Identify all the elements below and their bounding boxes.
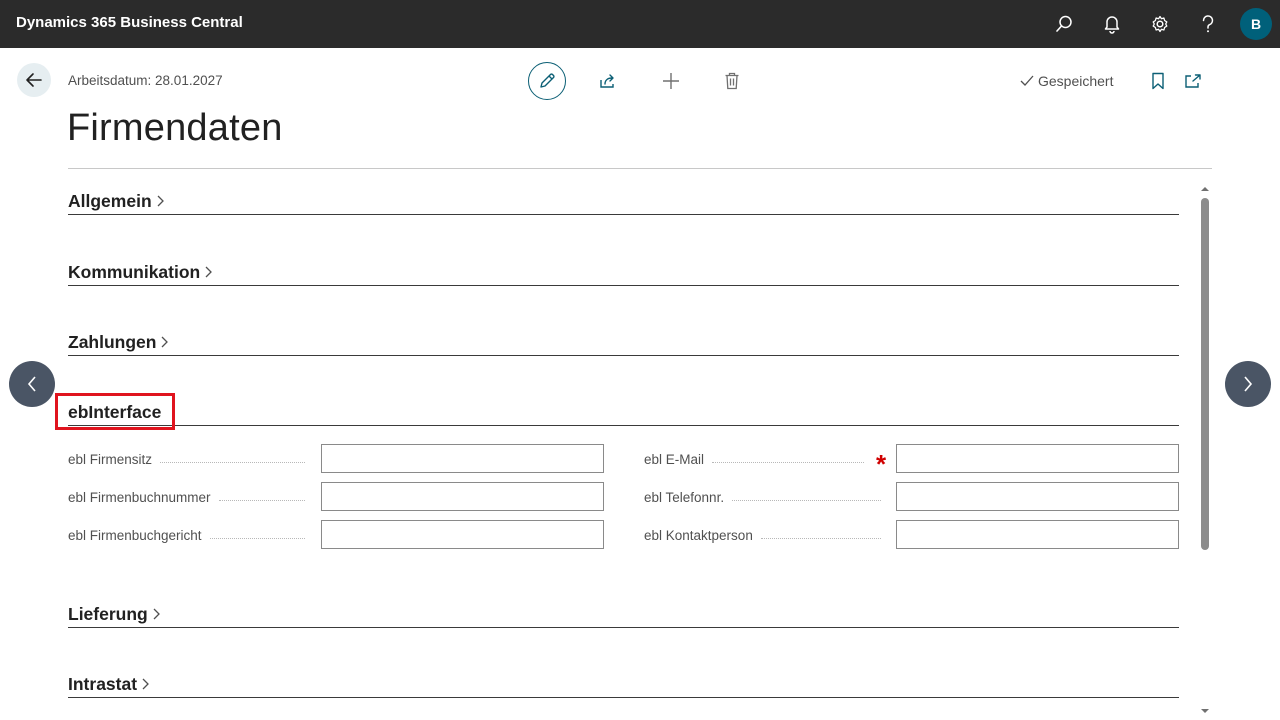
open-in-new-window-icon	[1185, 74, 1201, 88]
delete-button[interactable]	[713, 62, 751, 100]
bookmark-button[interactable]	[1139, 62, 1177, 100]
page-title: Firmendaten	[67, 107, 283, 149]
field-row-firmensitz: ebl Firmensitz	[68, 445, 313, 474]
add-button[interactable]	[652, 62, 690, 100]
field-label: ebl Firmenbuchgericht	[68, 528, 202, 543]
share-button[interactable]	[589, 62, 627, 100]
field-label: ebl Telefonnr.	[644, 490, 725, 505]
chevron-right-icon	[1244, 376, 1253, 392]
saved-status: Gespeichert	[1019, 73, 1113, 89]
chevron-right-icon	[205, 266, 213, 278]
edit-button[interactable]	[528, 62, 566, 100]
scroll-down-arrow-icon[interactable]	[1200, 706, 1210, 716]
section-divider	[68, 214, 1179, 215]
field-row-email: ebl E-Mail	[644, 445, 872, 474]
section-divider	[68, 355, 1179, 356]
ebl-kontaktperson-input[interactable]	[896, 520, 1179, 549]
chevron-right-icon	[142, 678, 149, 690]
back-button[interactable]	[17, 63, 51, 97]
scroll-up-arrow-icon[interactable]	[1200, 184, 1210, 194]
section-zahlungen[interactable]: Zahlungen	[68, 330, 1179, 356]
previous-record-button[interactable]	[9, 361, 55, 407]
section-divider	[68, 627, 1179, 628]
section-title[interactable]: Intrastat	[68, 674, 137, 695]
section-title[interactable]: Kommunikation	[68, 262, 200, 283]
ebl-firmensitz-input[interactable]	[321, 444, 604, 473]
gear-icon[interactable]	[1148, 12, 1172, 36]
user-avatar[interactable]: B	[1240, 8, 1272, 40]
section-title[interactable]: Zahlungen	[68, 332, 156, 353]
bookmark-icon	[1152, 72, 1164, 90]
trash-icon	[725, 72, 739, 90]
plus-icon	[663, 73, 679, 89]
checkmark-icon	[1020, 75, 1034, 86]
section-lieferung[interactable]: Lieferung	[68, 602, 1179, 628]
help-icon[interactable]	[1196, 12, 1220, 36]
section-divider	[68, 285, 1179, 286]
ebl-firmenbuchnummer-input[interactable]	[321, 482, 604, 511]
search-icon[interactable]	[1052, 12, 1076, 36]
workdate[interactable]: Arbeitsdatum: 28.01.2027	[68, 73, 223, 88]
section-allgemein[interactable]: Allgemein	[68, 189, 1179, 215]
chevron-right-icon	[153, 608, 160, 620]
saved-status-label: Gespeichert	[1038, 73, 1114, 89]
section-divider	[68, 425, 1179, 426]
section-ebinterface[interactable]: ebInterface	[68, 400, 1179, 426]
pencil-icon	[540, 73, 555, 88]
highlight-box	[55, 393, 175, 430]
field-row-firmenbuchnummer: ebl Firmenbuchnummer	[68, 483, 313, 512]
field-label: ebl Kontaktperson	[644, 528, 753, 543]
section-kommunikation[interactable]: Kommunikation	[68, 260, 1179, 286]
bell-icon[interactable]	[1100, 12, 1124, 36]
section-intrastat[interactable]: Intrastat	[68, 672, 1179, 698]
section-title[interactable]: Allgemein	[68, 191, 152, 212]
back-arrow-icon	[26, 73, 42, 87]
top-bar: Dynamics 365 Business Central B	[0, 0, 1280, 48]
field-label: ebl Firmensitz	[68, 452, 153, 467]
next-record-button[interactable]	[1225, 361, 1271, 407]
field-row-firmenbuchgericht: ebl Firmenbuchgericht	[68, 521, 313, 550]
chevron-right-icon	[157, 195, 164, 207]
scrollbar-thumb[interactable]	[1201, 198, 1209, 550]
ebl-telefonnr-input[interactable]	[896, 482, 1179, 511]
field-row-telefonnr: ebl Telefonnr.	[644, 483, 889, 512]
section-title[interactable]: Lieferung	[68, 604, 148, 625]
field-label: ebl E-Mail	[644, 452, 705, 467]
chevron-left-icon	[27, 376, 36, 392]
app-title[interactable]: Dynamics 365 Business Central	[16, 14, 243, 31]
section-divider	[68, 697, 1179, 698]
field-row-kontaktperson: ebl Kontaktperson	[644, 521, 889, 550]
share-icon	[600, 74, 614, 88]
chevron-right-icon	[162, 336, 169, 348]
ebl-email-input[interactable]	[896, 444, 1179, 473]
required-indicator: *	[876, 449, 887, 479]
ebl-firmenbuchgericht-input[interactable]	[321, 520, 604, 549]
field-label: ebl Firmenbuchnummer	[68, 490, 211, 505]
title-divider	[68, 168, 1212, 169]
open-new-window-button[interactable]	[1174, 62, 1212, 100]
